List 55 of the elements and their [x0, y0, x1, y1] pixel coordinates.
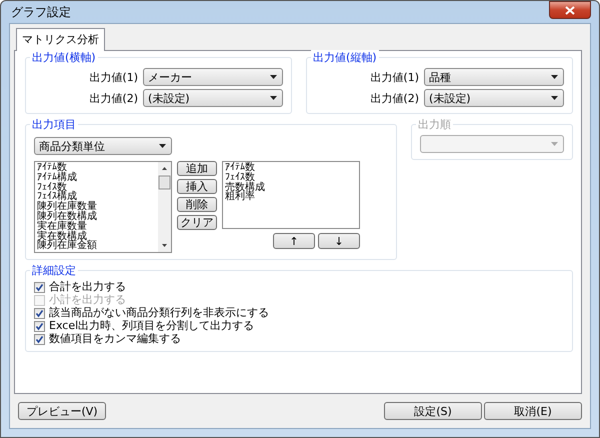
preview-button[interactable]: プレビュー(V)	[18, 402, 106, 420]
dropdown[interactable]: メーカー	[143, 68, 283, 86]
action-button[interactable]: 追加	[177, 161, 217, 176]
dropdown[interactable]: 品種	[424, 68, 564, 86]
scrollbar[interactable]	[158, 162, 171, 252]
checkbox[interactable]	[34, 334, 45, 344]
list-item[interactable]: ｱｲﾃﾑ数	[225, 163, 357, 173]
window-title: グラフ設定	[10, 4, 71, 20]
close-button[interactable]	[549, 1, 591, 19]
list-item[interactable]: ｱｲﾃﾑ数	[37, 163, 97, 173]
list-item[interactable]: 粗利率	[225, 192, 357, 202]
group-title: 出力項目	[30, 117, 78, 132]
action-button[interactable]: クリア	[177, 215, 217, 230]
move-button[interactable]: ↓	[318, 233, 360, 249]
checkbox-label: Excel出力時、列項目を分割して出力する	[49, 320, 254, 332]
list-item[interactable]: 実在庫数量	[37, 222, 97, 232]
caret-icon	[551, 142, 558, 146]
tab[interactable]: マトリクス分析	[16, 28, 105, 51]
caret-icon	[551, 96, 558, 100]
group-title: 出力順	[416, 117, 453, 132]
action-button[interactable]: 削除	[177, 197, 217, 212]
list-item[interactable]: ﾌｪｲｽ数	[225, 172, 357, 183]
checkbox[interactable]	[34, 320, 45, 332]
field-label: 出力値(2)	[89, 90, 138, 106]
close-icon	[565, 6, 575, 14]
caret-icon	[270, 96, 277, 100]
list-item[interactable]: 陳列在庫金額	[37, 241, 97, 252]
dialog-button[interactable]: 設定(S)	[384, 402, 482, 420]
group-title: 出力値(縦軸)	[311, 50, 379, 65]
checkbox-label: 合計を出力する	[49, 281, 126, 293]
dropdown[interactable]: 商品分類単位	[34, 137, 172, 155]
action-button[interactable]: 挿入	[177, 179, 217, 194]
field-label: 出力値(1)	[89, 70, 138, 84]
list-box[interactable]: ｱｲﾃﾑ数 ﾌｪｲｽ数 売数構成 粗利率	[222, 161, 360, 229]
dropdown[interactable]: (未設定)	[424, 89, 564, 107]
list-box[interactable]: ｱｲﾃﾑ数 ｱｲﾃﾑ構成 ﾌｪｲｽ数 ﾌｪｲｽ構成 陳列在庫数量 陳列在数構成 実在庫数量 実在数構成 陳列在庫金額	[34, 161, 172, 253]
list-item[interactable]: 陳列在庫数量	[37, 202, 97, 212]
checkbox-label: 数値項目をカンマ編集する	[49, 333, 181, 345]
checkbox[interactable]	[34, 282, 45, 292]
list-item[interactable]: 売数構成	[225, 182, 357, 192]
field-label: 出力値(1)	[370, 70, 419, 84]
checkbox-label: 小計を出力する	[49, 294, 126, 306]
caret-icon	[159, 144, 166, 148]
group-title: 詳細設定	[30, 263, 78, 278]
move-button[interactable]: ↑	[273, 233, 315, 249]
checkbox-label: 該当商品がない商品分類行列を非表示にする	[49, 307, 269, 319]
group-title: 出力値(横軸)	[30, 50, 98, 65]
caret-icon	[270, 75, 277, 79]
dialog-button[interactable]: 取消(E)	[484, 402, 582, 420]
caret-icon	[551, 75, 558, 79]
list-item[interactable]: 陳列在数構成	[37, 212, 97, 222]
field-label: 出力値(2)	[370, 90, 419, 106]
list-item[interactable]: ｱｲﾃﾑ構成	[37, 172, 97, 183]
checkbox[interactable]	[34, 308, 45, 318]
dropdown[interactable]: (未設定)	[143, 89, 283, 107]
